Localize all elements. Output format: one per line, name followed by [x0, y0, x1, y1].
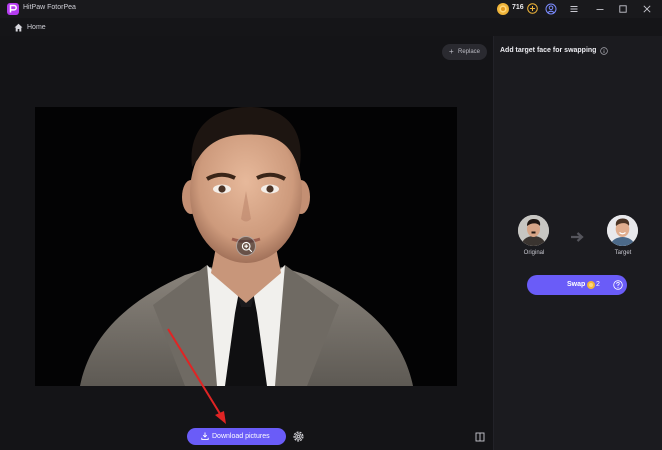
target-label: Target	[614, 250, 632, 256]
credit-count: 716	[512, 4, 524, 11]
arrow-right-icon	[571, 232, 584, 242]
replace-button[interactable]: + Replace	[442, 44, 487, 60]
face-swap-panel	[493, 36, 662, 450]
original-label: Original	[523, 250, 545, 256]
home-icon	[14, 23, 23, 32]
original-face-thumbnail[interactable]	[518, 215, 549, 246]
swap-button[interactable]: Swap 2	[527, 275, 627, 295]
magnifier-handle[interactable]	[236, 236, 256, 256]
swap-cost: 2	[596, 281, 600, 288]
zoom-in-icon	[241, 241, 253, 253]
panel-title: Add target face for swapping	[500, 47, 597, 54]
account-icon[interactable]	[545, 3, 557, 15]
coin-icon	[587, 281, 595, 289]
maximize-icon[interactable]	[617, 3, 629, 15]
add-credits-icon[interactable]	[527, 3, 538, 14]
compare-view-icon[interactable]	[474, 431, 486, 443]
settings-gear-icon[interactable]	[292, 430, 305, 443]
app-title: HitPaw FotorPea	[23, 4, 76, 11]
help-icon[interactable]	[613, 280, 623, 290]
download-icon	[201, 432, 209, 440]
minimize-icon[interactable]	[594, 3, 606, 15]
coin-icon	[497, 3, 509, 15]
download-label: Download pictures	[212, 433, 270, 440]
title-bar: HitPaw FotorPea 716	[0, 0, 662, 18]
close-icon[interactable]	[641, 3, 653, 15]
replace-label: Replace	[458, 49, 481, 55]
menu-icon[interactable]	[568, 3, 580, 15]
target-face-thumbnail[interactable]	[607, 215, 638, 246]
download-button[interactable]: Download pictures	[187, 428, 286, 445]
plus-icon: +	[449, 47, 454, 56]
info-icon[interactable]	[600, 47, 608, 55]
home-label: Home	[27, 24, 46, 31]
app-logo-icon	[7, 3, 19, 15]
swap-label: Swap	[567, 281, 586, 288]
